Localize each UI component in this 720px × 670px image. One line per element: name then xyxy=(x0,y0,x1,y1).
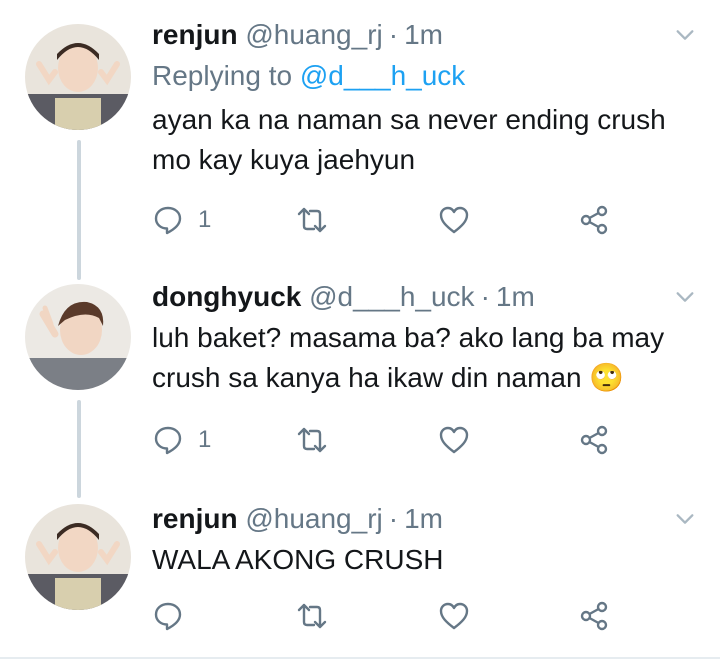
retweet-icon xyxy=(297,207,327,233)
heart-icon xyxy=(439,426,469,454)
retweet-icon xyxy=(297,603,327,629)
separator-dot: · xyxy=(388,19,399,50)
display-name[interactable]: renjun xyxy=(152,19,238,50)
avatar[interactable] xyxy=(25,24,131,130)
avatar[interactable] xyxy=(25,504,131,610)
reply-icon xyxy=(154,426,182,455)
separator-dot: · xyxy=(480,281,490,312)
reply-button[interactable] xyxy=(152,596,184,636)
tweet-text-line: ayan ka na naman sa never ending crush xyxy=(152,104,666,135)
tweet-header: donghyuck @d___h_uck · 1m xyxy=(152,280,700,314)
replying-to-prefix: Replying to xyxy=(152,60,300,91)
user-handle[interactable]: @huang_rj xyxy=(245,19,382,50)
tweet-actions: 1 xyxy=(152,420,622,460)
display-name[interactable]: renjun xyxy=(152,503,238,534)
chevron-down-icon[interactable] xyxy=(674,286,696,308)
user-handle[interactable]: @d___h_uck xyxy=(309,281,474,312)
divider xyxy=(0,657,720,659)
reply-button[interactable]: 1 xyxy=(152,420,211,460)
timestamp[interactable]: 1m xyxy=(404,503,443,534)
share-icon xyxy=(580,601,608,631)
mention-link[interactable]: @d___h_uck xyxy=(300,60,465,91)
tweet[interactable]: renjun @huang_rj · 1m WALA AKONG CRUSH xyxy=(0,484,720,654)
like-button[interactable] xyxy=(438,200,470,240)
tweet-text-line: luh baket? masama ba? ako lang ba may xyxy=(152,322,665,353)
tweet-actions xyxy=(152,596,622,636)
share-icon xyxy=(580,205,608,235)
heart-icon xyxy=(439,206,469,234)
reply-count: 1 xyxy=(198,206,212,233)
share-button[interactable] xyxy=(578,596,610,636)
user-handle[interactable]: @huang_rj xyxy=(245,503,382,534)
tweet-text-line: WALA AKONG CRUSH xyxy=(152,544,444,575)
tweet-header: renjun @huang_rj · 1m xyxy=(152,18,700,52)
tweet-text-line: crush sa kanya ha ikaw din naman 🙄 xyxy=(152,358,700,398)
like-button[interactable] xyxy=(438,420,470,460)
tweet-text: luh baket? masama ba? ako lang ba may cr… xyxy=(152,318,700,398)
replying-to: Replying to @d___h_uck xyxy=(152,56,700,96)
timestamp[interactable]: 1m xyxy=(404,19,443,50)
heart-icon xyxy=(439,602,469,630)
reply-icon xyxy=(154,206,182,235)
tweet-text-line: mo kay kuya jaehyun xyxy=(152,144,416,175)
retweet-button[interactable] xyxy=(296,420,328,460)
tweet-text: WALA AKONG CRUSH xyxy=(152,540,700,580)
separator-dot: · xyxy=(388,503,399,534)
share-button[interactable] xyxy=(578,420,610,460)
chevron-down-icon[interactable] xyxy=(674,508,696,530)
share-icon xyxy=(580,425,608,455)
like-button[interactable] xyxy=(438,596,470,636)
tweet-header: renjun @huang_rj · 1m xyxy=(152,502,700,536)
retweet-button[interactable] xyxy=(296,596,328,636)
chevron-down-icon[interactable] xyxy=(674,24,696,46)
display-name[interactable]: donghyuck xyxy=(152,281,301,312)
share-button[interactable] xyxy=(578,200,610,240)
reply-icon xyxy=(154,602,182,631)
avatar[interactable] xyxy=(25,284,131,390)
tweet[interactable]: donghyuck @d___h_uck · 1m luh baket? masam… xyxy=(0,262,720,482)
retweet-button[interactable] xyxy=(296,200,328,240)
reply-count: 1 xyxy=(198,426,212,453)
tweet-text-segment: crush sa kanya ha ikaw din naman xyxy=(152,362,582,393)
tweet-text: ayan ka na naman sa never ending crush m… xyxy=(152,100,700,180)
timestamp[interactable]: 1m xyxy=(496,281,535,312)
tweet[interactable]: renjun @huang_rj · 1m Replying to @d___h_u… xyxy=(0,0,720,260)
emoji: 🙄 xyxy=(589,362,625,393)
reply-button[interactable]: 1 xyxy=(152,200,211,240)
tweet-actions: 1 xyxy=(152,200,622,240)
retweet-icon xyxy=(297,427,327,453)
